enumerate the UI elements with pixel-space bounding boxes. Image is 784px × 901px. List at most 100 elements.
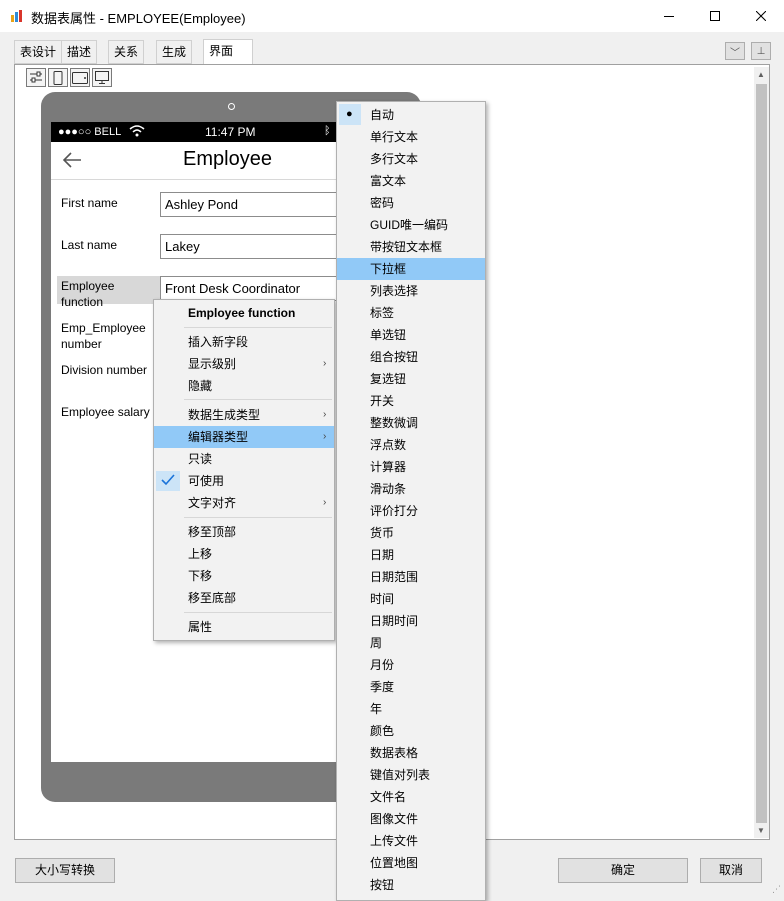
menu-item-hide[interactable]: 隐藏	[154, 375, 334, 397]
submenu-item[interactable]: 开关	[337, 390, 485, 412]
submenu-item[interactable]: 富文本	[337, 170, 485, 192]
submenu-item[interactable]: 货币	[337, 522, 485, 544]
menu-item-display-level[interactable]: 显示级别	[154, 353, 334, 375]
submenu-item[interactable]: 多行文本	[337, 148, 485, 170]
settings-view-button[interactable]	[26, 68, 46, 87]
desktop-view-button[interactable]	[92, 68, 112, 87]
menu-item-move-up[interactable]: 上移	[154, 543, 334, 565]
submenu-item[interactable]: 按钮	[337, 874, 485, 896]
screen-title: Employee	[183, 148, 272, 170]
close-icon	[756, 11, 766, 21]
tab-generate[interactable]: 生成	[156, 40, 193, 64]
phone-view-button[interactable]	[48, 68, 68, 87]
back-arrow-icon[interactable]	[62, 152, 82, 171]
submenu-item[interactable]: 月份	[337, 654, 485, 676]
tab-table-design[interactable]: 表设计	[14, 40, 63, 64]
chevron-right-icon: ›	[323, 358, 327, 369]
submenu-item[interactable]: 浮点数	[337, 434, 485, 456]
chevron-right-icon: ›	[323, 431, 327, 442]
submenu-item[interactable]: 日期时间	[337, 610, 485, 632]
submenu-item[interactable]: 下拉框	[337, 258, 485, 280]
submenu-item[interactable]: 标签	[337, 302, 485, 324]
submenu-item[interactable]: 位置地图	[337, 852, 485, 874]
submenu-item[interactable]: 键值对列表	[337, 764, 485, 786]
field-label-last-name: Last name	[61, 238, 118, 252]
menu-item-move-top[interactable]: 移至顶部	[154, 521, 334, 543]
minimize-icon	[664, 16, 674, 17]
menu-separator	[184, 517, 332, 518]
menu-item-editor-type[interactable]: 编辑器类型	[154, 426, 334, 448]
menu-item-read-only[interactable]: 只读	[154, 448, 334, 470]
tab-description[interactable]: 描述	[61, 40, 98, 64]
status-time: 11:47 PM	[205, 125, 256, 139]
context-menu-header: Employee function	[188, 306, 296, 320]
wifi-icon	[129, 125, 145, 140]
submenu-item[interactable]: 评价打分	[337, 500, 485, 522]
submenu-item[interactable]: 复选钮	[337, 368, 485, 390]
submenu-item[interactable]: 周	[337, 632, 485, 654]
menu-item-insert-field[interactable]: 插入新字段	[154, 331, 334, 353]
field-label-employee-number: Emp_Employee number	[61, 321, 146, 351]
maximize-button[interactable]	[692, 0, 738, 32]
submenu-item[interactable]: 单选钮	[337, 324, 485, 346]
tab-relations[interactable]: 关系	[108, 40, 145, 64]
submenu-item[interactable]: 单行文本	[337, 126, 485, 148]
submenu-item[interactable]: 图像文件	[337, 808, 485, 830]
sliders-icon	[30, 71, 42, 83]
submenu-item[interactable]: 文件名	[337, 786, 485, 808]
chevron-right-icon: ›	[323, 409, 327, 420]
camera-icon	[228, 103, 235, 110]
menu-item-move-bottom[interactable]: 移至底部	[154, 587, 334, 609]
menu-separator	[184, 327, 332, 328]
scrollbar-thumb[interactable]	[756, 84, 767, 823]
close-button[interactable]	[738, 0, 784, 32]
submenu-item[interactable]: 组合按钮	[337, 346, 485, 368]
menu-separator	[184, 612, 332, 613]
chevron-down-icon: ﹀	[730, 47, 740, 59]
submenu-item[interactable]: 上传文件	[337, 830, 485, 852]
menu-item-enabled[interactable]: 可使用	[154, 470, 334, 492]
phone-icon	[53, 70, 63, 85]
last-name-field[interactable]: Lakey	[160, 234, 341, 259]
submenu-item[interactable]: 数据表格	[337, 742, 485, 764]
app-icon	[10, 9, 24, 23]
menu-item-data-gen-type[interactable]: 数据生成类型	[154, 404, 334, 426]
minimize-button[interactable]	[646, 0, 692, 32]
menu-item-text-align[interactable]: 文字对齐	[154, 492, 334, 514]
submenu-item[interactable]: 滑动条	[337, 478, 485, 500]
first-name-field[interactable]: Ashley Pond	[160, 192, 341, 217]
menu-item-move-down[interactable]: 下移	[154, 565, 334, 587]
window-title: 数据表属性 - EMPLOYEE(Employee)	[31, 11, 246, 26]
carrier-label: ●●●○○ BELL	[58, 126, 122, 138]
bluetooth-icon: ᛒ	[324, 125, 331, 137]
cancel-button[interactable]: 取消	[700, 858, 762, 883]
field-label-division-number: Division number	[61, 363, 148, 377]
tablet-view-button[interactable]	[70, 68, 90, 87]
submenu-item[interactable]: 整数微调	[337, 412, 485, 434]
submenu-item[interactable]: 时间	[337, 588, 485, 610]
submenu-item[interactable]: 密码	[337, 192, 485, 214]
chevron-right-icon: ›	[323, 497, 327, 508]
employee-function-field[interactable]: Front Desk Coordinator	[160, 276, 341, 301]
resize-grip-icon[interactable]: ⋰	[772, 884, 781, 895]
scroll-up-icon[interactable]: ▲	[757, 70, 765, 79]
submenu-item[interactable]: 日期	[337, 544, 485, 566]
collapse-button[interactable]: ﹀	[725, 42, 745, 60]
pin-button[interactable]: ⊥	[751, 42, 771, 60]
menu-separator	[184, 399, 332, 400]
menu-item-properties[interactable]: 属性	[154, 616, 334, 638]
submenu-item[interactable]: 自动	[337, 104, 485, 126]
submenu-item[interactable]: 年	[337, 698, 485, 720]
submenu-item[interactable]: 季度	[337, 676, 485, 698]
scroll-down-icon[interactable]: ▼	[757, 826, 765, 835]
ok-button[interactable]: 确定	[558, 858, 688, 883]
maximize-icon	[710, 11, 720, 21]
submenu-item[interactable]: 带按钮文本框	[337, 236, 485, 258]
submenu-item[interactable]: 计算器	[337, 456, 485, 478]
case-convert-button[interactable]: 大小写转换	[15, 858, 115, 883]
submenu-item[interactable]: GUID唯一编码	[337, 214, 485, 236]
tab-interface[interactable]: 界面	[203, 39, 253, 65]
submenu-item[interactable]: 颜色	[337, 720, 485, 742]
submenu-item[interactable]: 日期范围	[337, 566, 485, 588]
submenu-item[interactable]: 列表选择	[337, 280, 485, 302]
